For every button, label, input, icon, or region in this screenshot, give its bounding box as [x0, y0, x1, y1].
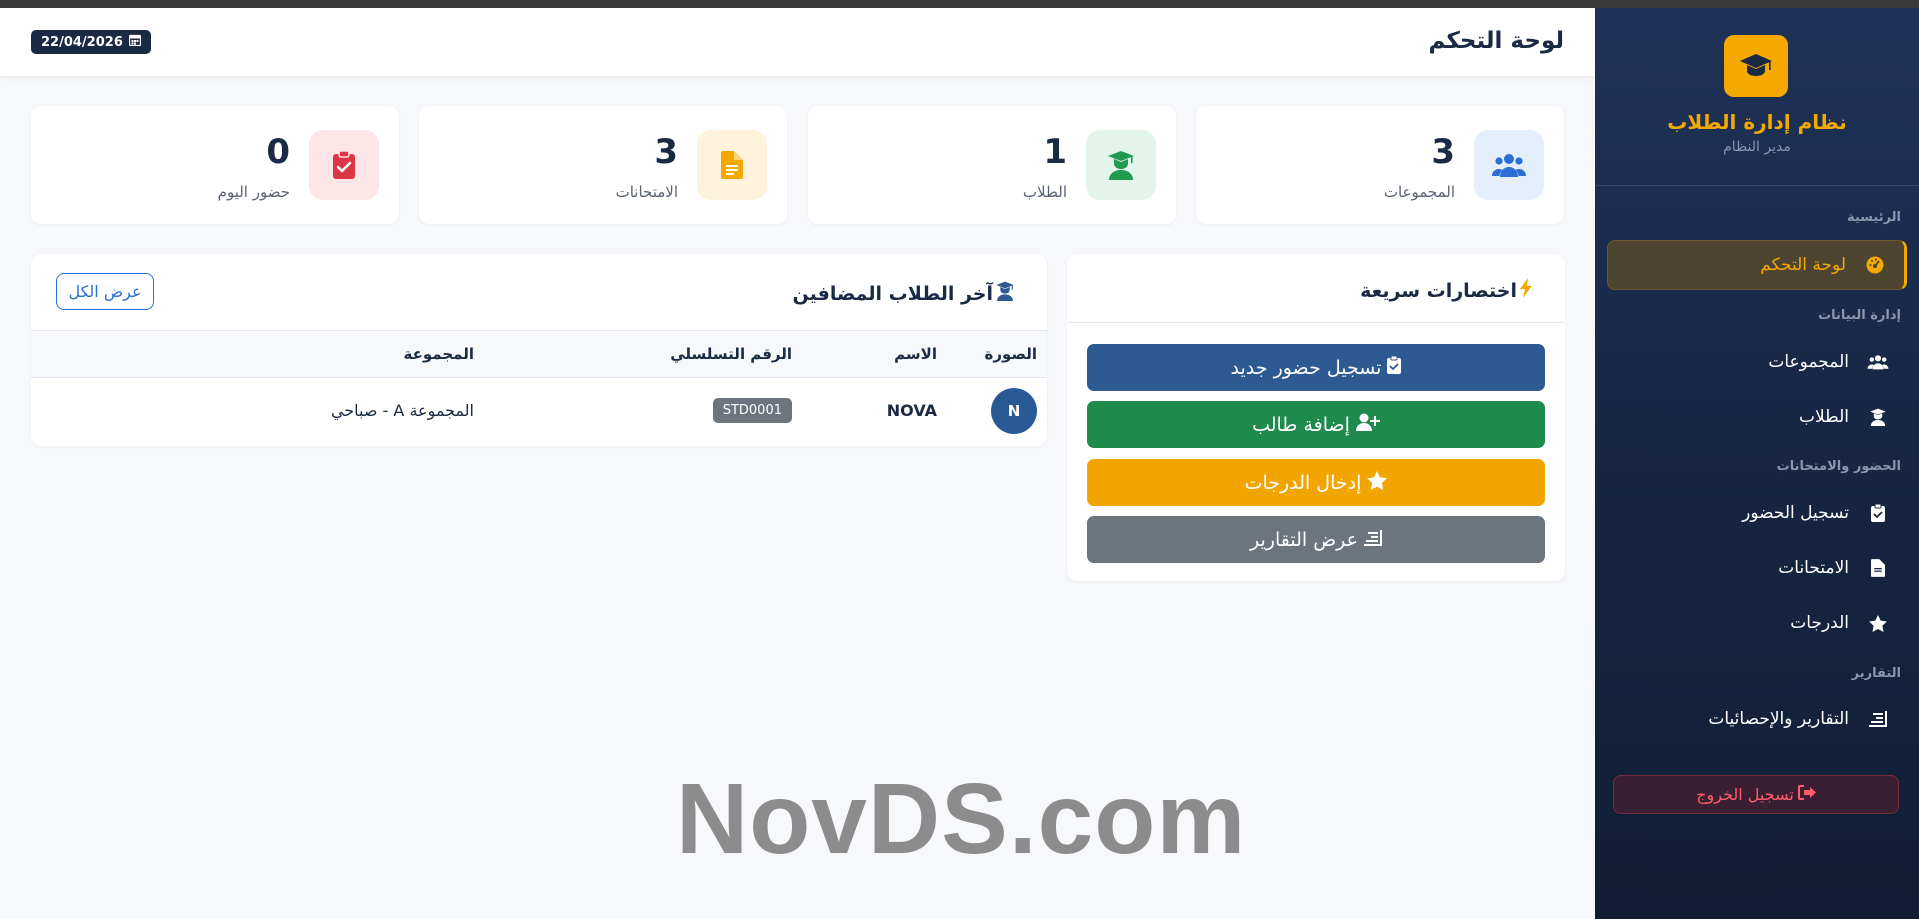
view-reports-label: عرض التقارير: [1250, 528, 1358, 551]
recent-students-title: آخر الطلاب المضافين: [793, 281, 1015, 306]
stat-card-exams: 3 الامتحانات: [419, 106, 787, 224]
sidebar-item-label: التقارير والإحصائيات: [1708, 709, 1849, 729]
stat-card-attendance: 0 حضور اليوم: [31, 106, 399, 224]
sidebar-item-label: لوحة التحكم: [1760, 255, 1846, 275]
nav-section-label: إدارة البيانات: [1818, 308, 1901, 323]
divider: [1067, 322, 1565, 323]
add-student-label: إضافة طالب: [1252, 413, 1350, 436]
enter-grades-label: إدخال الدرجات: [1244, 471, 1362, 494]
nav-section-label: الحضور والامتحانات: [1776, 459, 1901, 474]
graduation-cap-icon: [1724, 35, 1788, 97]
sidebar-item-label: الامتحانات: [1778, 558, 1849, 578]
student-name: NOVA: [886, 401, 937, 421]
users-icon: [1867, 354, 1889, 370]
app-role: مدير النظام: [1723, 139, 1791, 155]
new-attendance-label: تسجيل حضور جديد: [1230, 356, 1382, 379]
logout-label: تسجيل الخروج: [1696, 785, 1794, 804]
chart-icon: [1364, 529, 1382, 551]
serial-cell: STD0001: [484, 378, 802, 444]
watermark: NovDS.com: [676, 763, 1247, 875]
logout-button[interactable]: تسجيل الخروج: [1613, 775, 1899, 814]
shortcuts-title: اختصارات سريعة: [1360, 278, 1533, 303]
graduate-icon: [995, 281, 1015, 306]
clipboard-check-icon: [1387, 355, 1402, 379]
sign-out-icon: [1797, 785, 1816, 804]
window-top-strip: [0, 0, 1919, 8]
sidebar-item-dashboard[interactable]: لوحة التحكم: [1607, 240, 1907, 290]
nav-section-label: التقارير: [1851, 666, 1901, 681]
sidebar-item-exams[interactable]: الامتحانات: [1607, 543, 1907, 593]
sidebar-item-grades[interactable]: الدرجات: [1607, 598, 1907, 648]
view-reports-button[interactable]: عرض التقارير: [1087, 516, 1545, 563]
user-plus-icon: [1355, 413, 1380, 436]
app-title: نظام إدارة الطلاب: [1667, 110, 1847, 134]
stat-card-groups: 3 المجموعات: [1196, 106, 1564, 224]
sidebar-item-reports[interactable]: التقارير والإحصائيات: [1607, 694, 1907, 744]
avatar-cell: N: [947, 378, 1047, 444]
bolt-icon: [1519, 278, 1533, 303]
calendar-icon: [128, 34, 141, 50]
students-table: الصورة الاسم الرقم التسلسلي المجموعة N N…: [31, 330, 1047, 444]
stat-label: حضور اليوم: [217, 183, 290, 201]
enter-grades-button[interactable]: إدخال الدرجات: [1087, 459, 1545, 506]
column-header: الاسم: [802, 330, 947, 378]
stat-label: المجموعات: [1383, 183, 1455, 201]
dashboard-icon: [1864, 256, 1886, 274]
chart-icon: [1867, 711, 1889, 727]
users-icon: [1474, 130, 1544, 200]
sidebar: نظام إدارة الطلاب مدير النظام الرئيسية ل…: [1595, 8, 1919, 919]
stat-value: 3: [654, 132, 678, 172]
page-title: لوحة التحكم: [1428, 28, 1564, 54]
sidebar-item-groups[interactable]: المجموعات: [1607, 337, 1907, 387]
date-badge: 22/04/2026: [31, 30, 151, 54]
date-text: 22/04/2026: [41, 34, 123, 50]
sidebar-item-students[interactable]: الطلاب: [1607, 392, 1907, 442]
column-header: المجموعة: [31, 330, 484, 378]
star-icon: [1367, 470, 1388, 495]
stat-card-students: 1 الطلاب: [808, 106, 1176, 224]
add-student-button[interactable]: إضافة طالب: [1087, 401, 1545, 448]
sidebar-item-attendance[interactable]: تسجيل الحضور: [1607, 488, 1907, 538]
stat-value: 1: [1043, 132, 1067, 172]
column-header: الصورة: [947, 330, 1047, 378]
brand-block: نظام إدارة الطلاب مدير النظام: [1595, 8, 1919, 186]
serial-badge: STD0001: [712, 398, 792, 424]
stat-value: 3: [1431, 132, 1455, 172]
sidebar-item-label: تسجيل الحضور: [1742, 503, 1849, 523]
clipboard-check-icon: [309, 130, 379, 200]
stat-label: الطلاب: [1022, 183, 1067, 201]
table-header-row: الصورة الاسم الرقم التسلسلي المجموعة: [31, 330, 1047, 378]
student-icon: [1867, 408, 1889, 426]
stat-label: الامتحانات: [615, 183, 678, 201]
group-cell: المجموعة A - صباحي: [330, 401, 474, 421]
shortcuts-panel: اختصارات سريعة تسجيل حضور جديد إضافة طال…: [1067, 254, 1565, 581]
view-all-button[interactable]: عرض الكل: [56, 273, 154, 310]
new-attendance-button[interactable]: تسجيل حضور جديد: [1087, 344, 1545, 391]
graduate-icon: [1086, 130, 1156, 200]
table-row[interactable]: N NOVA STD0001 المجموعة A - صباحي: [31, 378, 1047, 444]
star-icon: [1867, 614, 1889, 632]
file-icon: [697, 130, 767, 200]
clipboard-check-icon: [1867, 504, 1889, 522]
sidebar-item-label: الطلاب: [1799, 407, 1849, 427]
nav-section-label: الرئيسية: [1846, 210, 1901, 225]
column-header: الرقم التسلسلي: [484, 330, 802, 378]
file-icon: [1867, 559, 1889, 577]
sidebar-item-label: المجموعات: [1768, 352, 1849, 372]
recent-students-panel: آخر الطلاب المضافين عرض الكل الصورة الاس…: [31, 254, 1047, 446]
sidebar-item-label: الدرجات: [1790, 613, 1849, 633]
top-header: لوحة التحكم 22/04/2026: [0, 8, 1595, 76]
stat-value: 0: [266, 132, 290, 172]
recent-students-title-text: آخر الطلاب المضافين: [792, 282, 993, 305]
avatar: N: [991, 387, 1037, 434]
shortcuts-title-text: اختصارات سريعة: [1360, 279, 1517, 302]
